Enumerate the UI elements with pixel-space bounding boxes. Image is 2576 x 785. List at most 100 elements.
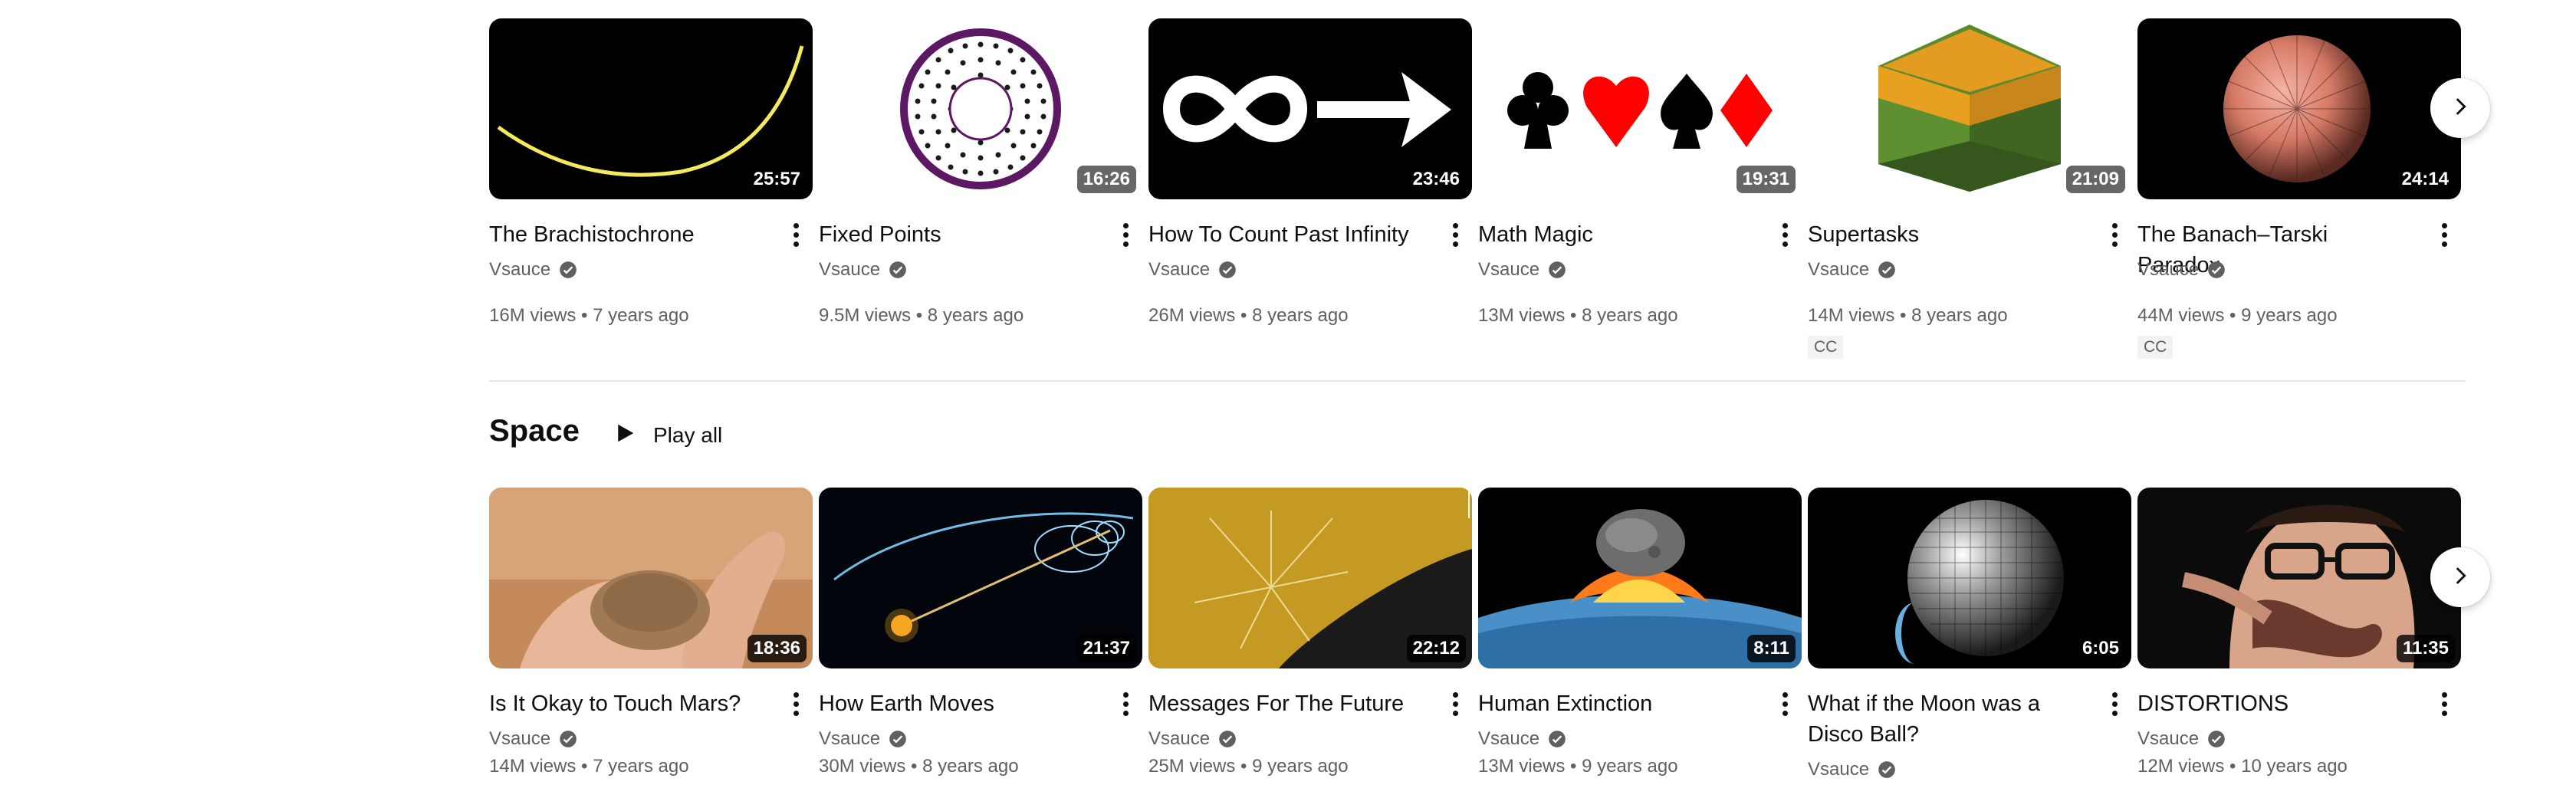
video-title[interactable]: Fixed Points — [819, 219, 1087, 250]
more-options-icon[interactable] — [1777, 219, 1792, 250]
video-thumbnail[interactable]: 24:14 — [2137, 18, 2461, 199]
video-title[interactable]: Human Extinction — [1478, 688, 1746, 719]
channel-name[interactable]: Vsauce — [1148, 728, 1237, 750]
upload-age: 10 years ago — [2241, 756, 2348, 777]
more-options-icon[interactable] — [1777, 688, 1792, 719]
video-card[interactable]: 18:36 Is It Okay to Touch Mars? Vsauce 1… — [489, 488, 813, 777]
channel-name[interactable]: Vsauce — [819, 728, 908, 750]
video-title[interactable]: Is It Okay to Touch Mars? — [489, 688, 757, 719]
view-count: 14M views — [1808, 305, 1895, 326]
video-meta: 12M views • 10 years ago — [2137, 756, 2348, 777]
more-options-icon[interactable] — [788, 219, 803, 250]
channel-name[interactable]: Vsauce — [1478, 259, 1567, 281]
video-card[interactable]: 24:14 The Banach–Tarski Paradox Vsauce 4… — [2137, 18, 2461, 359]
more-options-icon[interactable] — [1118, 688, 1133, 719]
view-count: 30M views — [819, 756, 906, 777]
channel-name[interactable]: Vsauce — [1148, 259, 1237, 281]
shelf-1-next-button[interactable] — [2430, 78, 2490, 138]
chevron-right-icon — [2447, 94, 2473, 123]
more-options-icon[interactable] — [2107, 219, 2122, 250]
upload-age: 8 years ago — [922, 756, 1019, 777]
video-thumbnail[interactable]: 8:11 — [1478, 488, 1802, 668]
more-options-icon[interactable] — [2107, 688, 2122, 719]
video-card[interactable]: 25:57 The Brachistochrone Vsauce 16M vie… — [489, 18, 813, 326]
channel-link[interactable]: Vsauce — [489, 728, 550, 750]
more-options-icon[interactable] — [1447, 219, 1463, 250]
video-thumbnail[interactable]: 6:05 — [1808, 488, 2131, 668]
video-thumbnail[interactable]: 18:36 — [489, 488, 813, 668]
channel-name[interactable]: Vsauce — [819, 259, 908, 281]
channel-link[interactable]: Vsauce — [1148, 259, 1210, 281]
channel-name[interactable]: Vsauce — [2137, 728, 2226, 750]
video-card[interactable]: 23:46 How To Count Past Infinity Vsauce … — [1148, 18, 1472, 326]
video-title[interactable]: What if the Moon was a Disco Ball? — [1808, 688, 2076, 750]
video-card[interactable]: 6:05 What if the Moon was a Disco Ball? … — [1808, 488, 2131, 780]
more-options-icon[interactable] — [788, 688, 803, 719]
more-options-icon[interactable] — [1118, 219, 1133, 250]
channel-name[interactable]: Vsauce — [489, 728, 578, 750]
more-options-icon[interactable] — [1447, 688, 1463, 719]
video-meta: 44M views • 9 years ago — [2137, 305, 2338, 326]
channel-link[interactable]: Vsauce — [819, 728, 880, 750]
video-title[interactable]: Supertasks — [1808, 219, 2076, 250]
video-title[interactable]: Messages For The Future — [1148, 688, 1417, 719]
video-thumbnail[interactable]: 21:37 — [819, 488, 1142, 668]
video-thumbnail[interactable]: 16:26 — [819, 18, 1142, 199]
video-thumbnail[interactable]: 25:57 — [489, 18, 813, 199]
video-title[interactable]: DISTORTIONS — [2137, 688, 2406, 719]
video-card[interactable]: 11:35 DISTORTIONS Vsauce 12M views • 10 … — [2137, 488, 2461, 777]
channel-name[interactable]: Vsauce — [1478, 728, 1567, 750]
video-meta: 14M views • 7 years ago — [489, 756, 689, 777]
view-count: 9.5M views — [819, 305, 912, 326]
channel-link[interactable]: Vsauce — [819, 259, 880, 281]
channel-link[interactable]: Vsauce — [1148, 728, 1210, 750]
more-options-icon[interactable] — [2436, 688, 2452, 719]
upload-age: 9 years ago — [1252, 756, 1349, 777]
channel-link[interactable]: Vsauce — [2137, 728, 2199, 750]
video-card[interactable]: 22:12 Messages For The Future Vsauce 25M… — [1148, 488, 1472, 777]
video-title[interactable]: The Brachistochrone — [489, 219, 757, 250]
shelf-title[interactable]: Space — [489, 414, 580, 448]
channel-link[interactable]: Vsauce — [1808, 259, 1869, 281]
verified-check-icon — [1877, 760, 1897, 780]
channel-link[interactable]: Vsauce — [2137, 259, 2199, 281]
channel-name[interactable]: Vsauce — [1808, 259, 1897, 281]
video-duration: 22:12 — [1406, 635, 1466, 662]
video-card[interactable]: 8:11 Human Extinction Vsauce 13M views •… — [1478, 488, 1802, 777]
video-title[interactable]: How Earth Moves — [819, 688, 1087, 719]
upload-age: 7 years ago — [593, 305, 689, 326]
verified-check-icon — [2206, 729, 2226, 749]
more-options-icon[interactable] — [2436, 219, 2452, 250]
upload-age: 9 years ago — [1582, 756, 1678, 777]
upload-age: 8 years ago — [1911, 305, 2008, 326]
channel-name[interactable]: Vsauce — [1808, 759, 1897, 780]
video-duration: 11:35 — [2396, 635, 2455, 662]
video-card[interactable]: 19:31 Math Magic Vsauce 13M views • 8 ye… — [1478, 18, 1802, 326]
video-duration: 16:26 — [1076, 166, 1136, 193]
video-thumbnail[interactable]: 19:31 — [1478, 18, 1802, 199]
play-all-label: Play all — [653, 423, 723, 447]
verified-check-icon — [888, 729, 908, 749]
video-thumbnail[interactable]: 22:12 — [1148, 488, 1472, 668]
video-thumbnail[interactable]: 23:46 — [1148, 18, 1472, 199]
video-duration: 23:46 — [1406, 166, 1466, 193]
channel-link[interactable]: Vsauce — [1478, 728, 1539, 750]
video-thumbnail[interactable]: 11:35 — [2137, 488, 2461, 668]
channel-link[interactable]: Vsauce — [489, 259, 550, 281]
verified-check-icon — [1877, 260, 1897, 280]
video-title[interactable]: Math Magic — [1478, 219, 1746, 250]
chevron-right-icon — [2447, 563, 2473, 593]
video-title[interactable]: How To Count Past Infinity — [1148, 219, 1417, 250]
video-card[interactable]: 21:09 Supertasks Vsauce 14M views • 8 ye… — [1808, 18, 2131, 359]
shelf-2-next-button[interactable] — [2430, 547, 2490, 607]
video-card[interactable]: 16:26 Fixed Points Vsauce 9.5M views • 8… — [819, 18, 1142, 326]
video-thumbnail[interactable]: 21:09 — [1808, 18, 2131, 199]
channel-link[interactable]: Vsauce — [1478, 259, 1539, 281]
play-all-button[interactable]: Play all — [606, 411, 730, 460]
channel-name[interactable]: Vsauce — [2137, 259, 2226, 281]
verified-check-icon — [1547, 260, 1567, 280]
view-count: 13M views — [1478, 756, 1566, 777]
channel-link[interactable]: Vsauce — [1808, 759, 1869, 780]
channel-name[interactable]: Vsauce — [489, 259, 578, 281]
video-card[interactable]: 21:37 How Earth Moves Vsauce 30M views •… — [819, 488, 1142, 777]
